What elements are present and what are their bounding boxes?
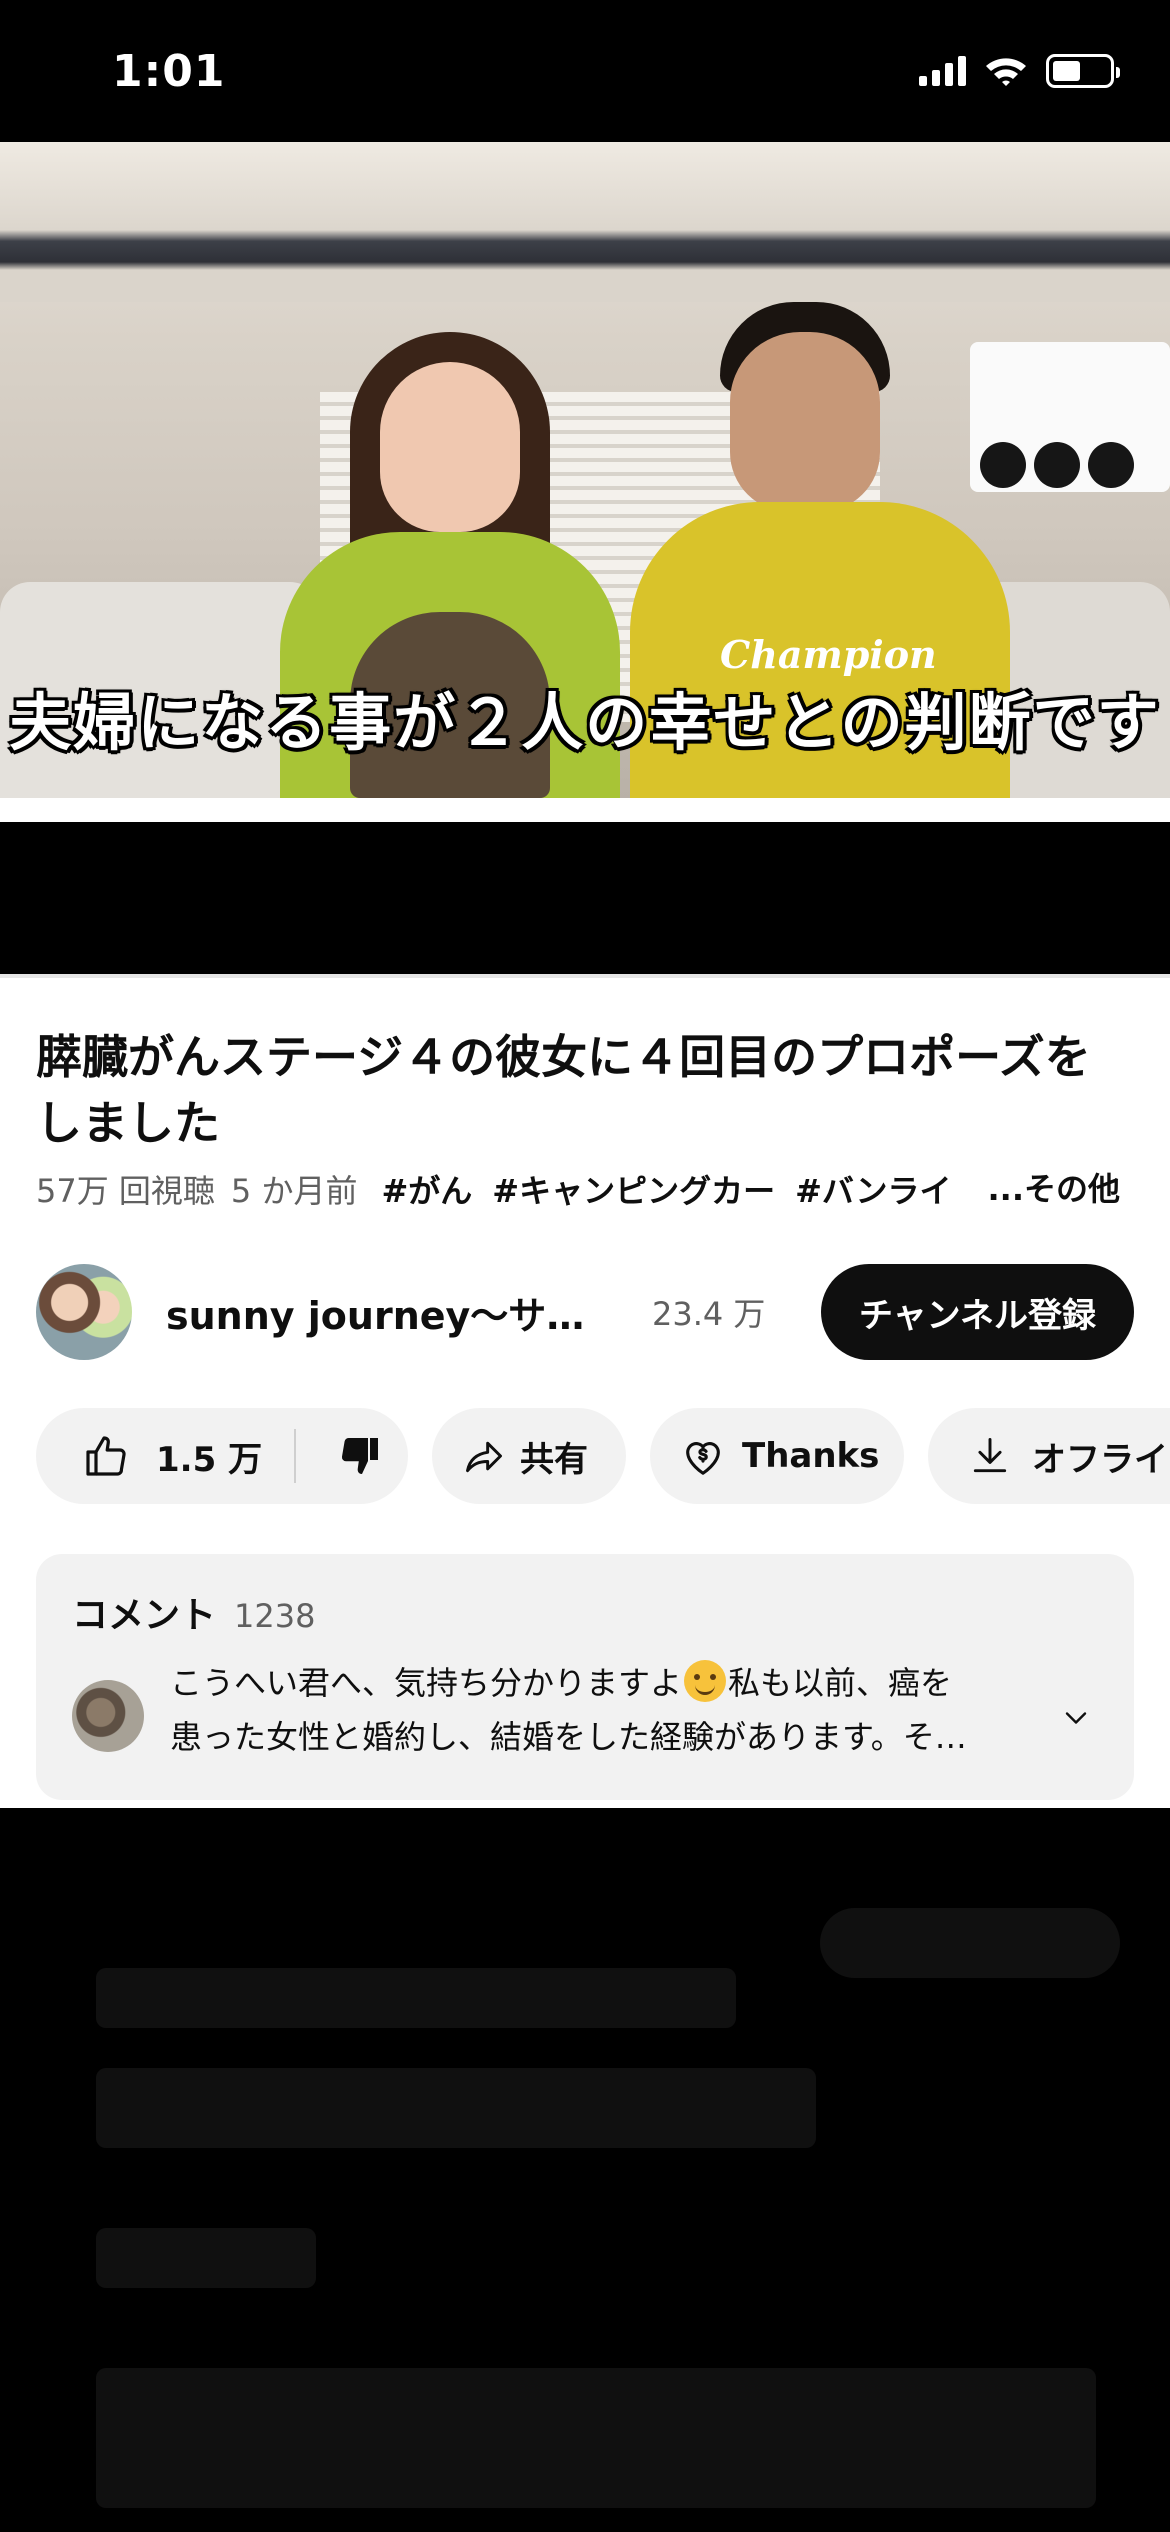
top-comment-text: 私も以前、癌を — [728, 1664, 953, 1702]
thumbs-up-icon — [86, 1436, 126, 1476]
status-time: 1:01 — [112, 46, 226, 97]
thumbs-down-icon — [342, 1437, 379, 1474]
top-comment-line: 患った女性と婚約し、結婚をした経験があります。そ… — [170, 1718, 967, 1756]
video-info-panel: 膵臓がんステージ４の彼女に４回目のプロポーズをしました 57万 回視聴 5 か月… — [0, 974, 1170, 1808]
channel-row: sunny journey〜サニージャーニー〜 23.4 万 チャンネル登録 — [36, 1264, 1134, 1360]
dimmed-shape — [96, 2068, 816, 2148]
hashtag-link[interactable]: #がん — [381, 1166, 472, 1212]
hashtag-link[interactable]: #キャンピングカー — [492, 1166, 775, 1212]
share-label: 共有 — [520, 1439, 588, 1480]
dimmed-shape — [96, 2368, 1096, 2508]
thanks-button[interactable]: Thanks — [650, 1408, 904, 1504]
like-dislike-pill: 1.5 万 — [36, 1408, 408, 1504]
channel-avatar[interactable] — [36, 1264, 132, 1360]
like-button[interactable]: 1.5 万 — [36, 1432, 262, 1481]
video-subtitle: 夫婦になる事が２人の幸せとの判断です — [9, 686, 1161, 759]
top-comment-line: こうへい君へ、気持ち分かりますよ 私も以前、癌を — [170, 1656, 1040, 1710]
shirt-brand-text: Champion — [720, 632, 937, 677]
subscribe-button[interactable]: チャンネル登録 — [821, 1264, 1134, 1360]
top-comment: こうへい君へ、気持ち分かりますよ 私も以前、癌を 患った女性と婚約し、結婚をした経… — [170, 1656, 1040, 1764]
action-bar: 1.5 万 共有 Thanks オフライ — [36, 1408, 1170, 1504]
subscriber-count: 23.4 万 — [652, 1295, 766, 1333]
dimmed-background — [0, 1808, 1170, 2532]
pill-divider — [294, 1429, 297, 1483]
video-title[interactable]: 膵臓がんステージ４の彼女に４回目のプロポーズをしました — [36, 1024, 1126, 1156]
video-player[interactable]: Champion 夫婦になる事が２人の幸せとの判断です — [0, 142, 1170, 798]
download-icon — [973, 1438, 1007, 1473]
share-button[interactable]: 共有 — [432, 1408, 626, 1504]
like-count: 1.5 万 — [156, 1439, 263, 1480]
dimmed-shape — [96, 1968, 736, 2028]
hashtag-link[interactable]: #バンライ — [795, 1166, 951, 1212]
smiling-face-emoji — [684, 1660, 727, 1702]
comments-count: 1238 — [234, 1597, 316, 1635]
chevron-down-icon[interactable] — [1058, 1700, 1094, 1736]
signal-icon — [919, 56, 966, 86]
offline-download-button[interactable]: オフライン — [928, 1408, 1170, 1504]
commenter-avatar — [72, 1680, 144, 1752]
video-meta[interactable]: 57万 回視聴 5 か月前 #がん #キャンピングカー #バンライ ...その他 — [36, 1166, 1136, 1212]
dimmed-area — [0, 822, 1170, 974]
dimmed-shape — [96, 2228, 316, 2288]
thanks-icon — [686, 1442, 720, 1475]
comments-section[interactable]: コメント 1238 こうへい君へ、気持ち分かりますよ 私も以前、癌を 患った女性と… — [36, 1554, 1134, 1800]
more-button[interactable]: ...その他 — [947, 1166, 1120, 1212]
dislike-button[interactable] — [336, 1432, 384, 1480]
video-background — [0, 142, 1170, 302]
channel-name[interactable]: sunny journey〜サニージャーニー〜 — [166, 1285, 606, 1340]
comments-label: コメント — [72, 1595, 217, 1636]
offline-label: オフライン — [1032, 1439, 1170, 1480]
dimmed-shape — [820, 1908, 1120, 1978]
view-count: 57万 回視聴 — [36, 1172, 215, 1210]
status-icons — [919, 54, 1120, 88]
video-background — [1034, 442, 1080, 488]
comments-header: コメント 1238 — [72, 1586, 315, 1638]
video-background — [1088, 442, 1134, 488]
wifi-icon — [986, 58, 1026, 86]
share-icon — [466, 1441, 502, 1473]
thanks-label: Thanks — [742, 1436, 880, 1476]
upload-age: 5 か月前 — [230, 1172, 358, 1210]
battery-icon — [1046, 54, 1120, 88]
status-bar: 1:01 — [0, 0, 1170, 142]
video-bottom-gap — [0, 798, 1170, 822]
top-comment-text: こうへい君へ、気持ち分かりますよ — [170, 1664, 683, 1702]
